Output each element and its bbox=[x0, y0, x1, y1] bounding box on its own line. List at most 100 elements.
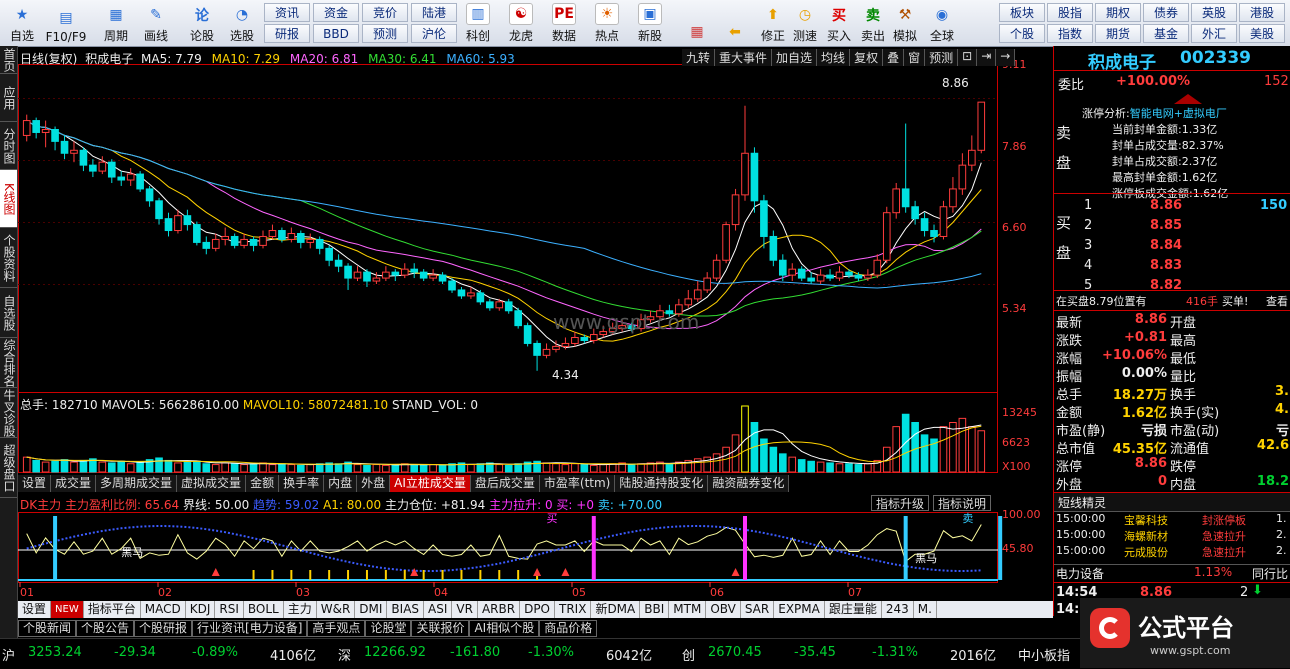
chart-tool-button[interactable]: 叠 bbox=[883, 49, 905, 66]
left-tab-6[interactable]: 综合排名 bbox=[0, 338, 17, 388]
toolbar-right-button-6[interactable]: ⚒ 模拟 bbox=[888, 2, 922, 44]
toolbar-mid-button-2[interactable]: PE 数据 bbox=[544, 2, 584, 44]
index-label[interactable]: 沪 bbox=[2, 645, 15, 664]
toolbar-small-button[interactable]: 研报 bbox=[264, 24, 310, 43]
toolbar-small-button[interactable]: 资讯 bbox=[264, 3, 310, 22]
left-tab-7[interactable]: 牛叉诊股 bbox=[0, 388, 17, 438]
short-wizard-row[interactable]: 15:00:00 海螺新材 急速拉升 2. bbox=[1054, 528, 1290, 544]
news-tab[interactable]: 关联报价 bbox=[411, 620, 470, 637]
indicator-tab[interactable]: M. bbox=[914, 601, 937, 618]
toolbar-market-button[interactable]: 个股 bbox=[999, 24, 1045, 43]
toolbar-market-button[interactable]: 债券 bbox=[1143, 3, 1189, 22]
toolbar-right-button-4[interactable]: 买买入 bbox=[822, 2, 856, 44]
toolbar-market-button[interactable]: 期权 bbox=[1095, 3, 1141, 22]
toolbar-market-button[interactable]: 指数 bbox=[1047, 24, 1093, 43]
toolbar-small-button[interactable]: 资金 bbox=[313, 3, 359, 22]
news-tab[interactable]: 论股堂 bbox=[365, 620, 412, 637]
news-tab[interactable]: 个股公告 bbox=[76, 620, 135, 637]
indicator-tab[interactable]: NEW bbox=[51, 601, 84, 618]
chart-tool-button[interactable]: 复权 bbox=[850, 49, 884, 66]
news-tab[interactable]: 高手观点 bbox=[307, 620, 366, 637]
toolbar-right-button-0[interactable]: ▦ bbox=[680, 2, 714, 44]
indicator-tab[interactable]: MTM bbox=[669, 601, 707, 618]
short-wizard-row[interactable]: 15:00:00 元成股份 急速拉升 2. bbox=[1054, 544, 1290, 560]
toolbar-small-button[interactable]: 预测 bbox=[362, 24, 408, 43]
news-tab[interactable]: 商品价格 bbox=[539, 620, 598, 637]
news-tab[interactable]: AI相似个股 bbox=[469, 620, 540, 637]
buy-queue-button[interactable]: 买单! bbox=[1222, 293, 1248, 309]
index-label[interactable]: 深 bbox=[338, 645, 351, 664]
volume-sub-tab[interactable]: 市盈率(ttm) bbox=[540, 475, 616, 492]
left-tab-1[interactable]: 应用 bbox=[0, 74, 17, 122]
left-tab-3[interactable]: K线图 bbox=[0, 170, 17, 228]
indicator-tab[interactable]: 指标平台 bbox=[84, 601, 141, 618]
toolbar-market-button[interactable]: 板块 bbox=[999, 3, 1045, 22]
indicator-tab[interactable]: BOLL bbox=[244, 601, 284, 618]
volume-sub-tab[interactable]: 设置 bbox=[18, 475, 52, 492]
limit-up-concept[interactable]: 智能电网+虚拟电厂 bbox=[1130, 107, 1227, 120]
volume-sub-tab[interactable]: 陆股通持股变化 bbox=[615, 475, 709, 492]
indicator-tab[interactable]: BIAS bbox=[387, 601, 425, 618]
indicator-tab[interactable]: MACD bbox=[141, 601, 186, 618]
indicator-tab[interactable]: VR bbox=[452, 601, 478, 618]
toolbar-mid-button-4[interactable]: ▣ 新股 bbox=[630, 2, 670, 44]
short-wizard-row[interactable]: 15:00:00 宝馨科技 封涨停板 1. bbox=[1054, 512, 1290, 528]
indicator-tab[interactable]: W&R bbox=[317, 601, 356, 618]
indicator-tab[interactable]: 243 bbox=[882, 601, 914, 618]
toolbar-market-button[interactable]: 股指 bbox=[1047, 3, 1093, 22]
indicator-help-button[interactable]: 指标说明 bbox=[933, 495, 992, 511]
news-tab[interactable]: 个股新闻 bbox=[18, 620, 77, 637]
kline-chart-area[interactable]: 9.117.866.605.34132456623X100100.0045.80… bbox=[18, 46, 1053, 616]
arrow-icon[interactable]: → bbox=[996, 49, 1016, 66]
indicator-tab[interactable]: ARBR bbox=[478, 601, 521, 618]
toolbar-small-button[interactable]: BBD bbox=[313, 24, 359, 43]
index-tail-label[interactable]: 中小板指 bbox=[1018, 645, 1070, 664]
volume-sub-tab[interactable]: 盘后成交量 bbox=[471, 475, 540, 492]
toolbar-right-button-2[interactable]: ⬆ 修正 bbox=[756, 2, 790, 44]
nav-icon[interactable]: ⇥ bbox=[977, 49, 997, 66]
chart-tool-button[interactable]: 重大事件 bbox=[715, 49, 773, 66]
indicator-tab[interactable]: SAR bbox=[741, 601, 775, 618]
toolbar-right-button-3[interactable]: ◷ 测速 bbox=[788, 2, 822, 44]
toolbar-market-button[interactable]: 美股 bbox=[1239, 24, 1285, 43]
sector-name[interactable]: 电力设备 bbox=[1056, 565, 1104, 582]
toolbar-small-button[interactable]: 陆港 bbox=[411, 3, 457, 22]
indicator-tab[interactable]: 设置 bbox=[18, 601, 52, 618]
toolbar-button-5[interactable]: ◔ 选股 bbox=[222, 2, 262, 44]
indicator-tab[interactable]: 主力 bbox=[284, 601, 317, 618]
toolbar-right-button-1[interactable]: ⬅ bbox=[718, 2, 752, 44]
left-tab-5[interactable]: 自选股 bbox=[0, 288, 17, 338]
toolbar-mid-button-3[interactable]: ☀ 热点 bbox=[587, 2, 627, 44]
indicator-tab[interactable]: ASI bbox=[424, 601, 453, 618]
chart-tool-button[interactable]: 窗 bbox=[904, 49, 926, 66]
toolbar-market-button[interactable]: 基金 bbox=[1143, 24, 1189, 43]
chart-tool-button[interactable]: 加自选 bbox=[772, 49, 818, 66]
buy-queue-link[interactable]: 查看 bbox=[1266, 293, 1288, 309]
chart-tool-button[interactable]: 均线 bbox=[817, 49, 851, 66]
indicator-tab[interactable]: DMI bbox=[355, 601, 388, 618]
chart-tool-button[interactable]: 预测 bbox=[925, 49, 959, 66]
lock-icon[interactable]: ⊡ bbox=[958, 49, 978, 66]
volume-sub-tab[interactable]: 融资融券变化 bbox=[708, 475, 790, 492]
left-tab-0[interactable]: 首页 bbox=[0, 46, 17, 74]
index-label[interactable]: 创 bbox=[682, 645, 695, 664]
indicator-tab[interactable]: EXPMA bbox=[774, 601, 825, 618]
volume-sub-tab[interactable]: 换手率 bbox=[279, 475, 325, 492]
toolbar-market-button[interactable]: 期货 bbox=[1095, 24, 1141, 43]
toolbar-small-button[interactable]: 竞价 bbox=[362, 3, 408, 22]
collapse-up-icon[interactable] bbox=[1174, 94, 1202, 104]
volume-sub-tab[interactable]: 金额 bbox=[246, 475, 280, 492]
chart-tool-button[interactable]: 九转 bbox=[682, 49, 716, 66]
volume-sub-tab[interactable]: 外盘 bbox=[357, 475, 391, 492]
indicator-help-button[interactable]: 指标升级 bbox=[871, 495, 930, 511]
toolbar-button-3[interactable]: ✎ 画线 bbox=[136, 2, 176, 44]
indicator-tab[interactable]: 跟庄量能 bbox=[825, 601, 882, 618]
toolbar-right-button-5[interactable]: 卖卖出 bbox=[856, 2, 890, 44]
left-tab-4[interactable]: 个股资料 bbox=[0, 228, 17, 288]
news-tab[interactable]: 个股研报 bbox=[134, 620, 193, 637]
left-tab-2[interactable]: 分时图 bbox=[0, 122, 17, 170]
toolbar-mid-button-1[interactable]: ☯ 龙虎 bbox=[501, 2, 541, 44]
toolbar-button-0[interactable]: ★ 自选 bbox=[2, 2, 42, 44]
indicator-tab[interactable]: BBI bbox=[640, 601, 670, 618]
toolbar-market-button[interactable]: 外汇 bbox=[1191, 24, 1237, 43]
